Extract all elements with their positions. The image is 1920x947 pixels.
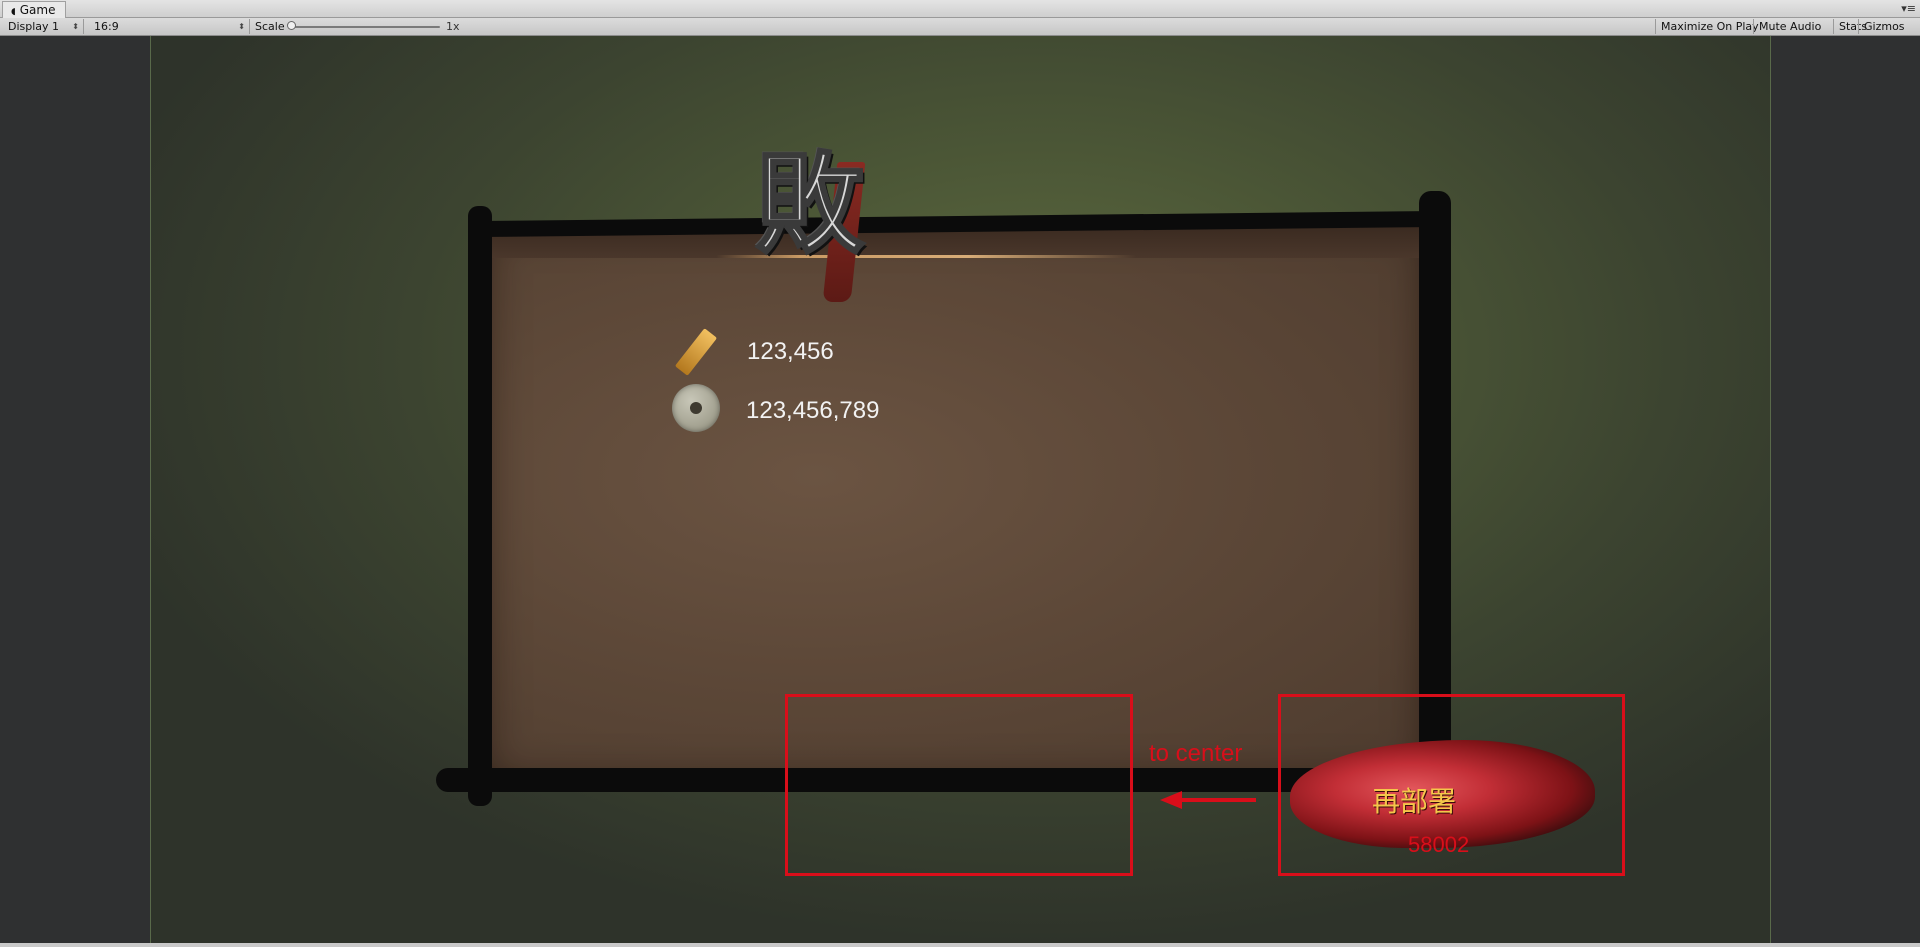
tab-game[interactable]: ◖ Game xyxy=(2,1,67,18)
brush-frame-right xyxy=(1419,191,1451,761)
display-dropdown-label: Display 1 xyxy=(8,20,60,33)
window-header: ◖ Game ▾≡ xyxy=(0,0,1920,18)
defeat-title: 敗 xyxy=(754,141,865,270)
redeploy-id-label: 58002 xyxy=(1408,832,1470,857)
reward-value-tag: 123,456 xyxy=(747,338,834,365)
maximize-on-play-button[interactable]: Maximize On Play xyxy=(1655,19,1764,34)
annotation-to-center: to center xyxy=(1149,740,1243,767)
redeploy-button-label: 再部署 xyxy=(1372,785,1457,818)
reward-value-coin: 123,456,789 xyxy=(746,397,880,424)
aspect-dropdown-label: 16:9 xyxy=(94,20,119,33)
gizmos-button[interactable]: Gizmos xyxy=(1858,19,1910,34)
dropdown-arrow-icon: ⬍ xyxy=(238,22,245,31)
window-bottom-edge xyxy=(0,943,1920,947)
letterbox-right xyxy=(1770,36,1920,947)
annotation-arrow-icon xyxy=(1160,791,1182,809)
scale-slider-track[interactable] xyxy=(290,26,440,28)
aspect-dropdown[interactable]: 16:9 ⬍ xyxy=(88,19,250,34)
scale-slider-thumb[interactable] xyxy=(287,21,296,30)
tab-game-label: Game xyxy=(19,3,56,17)
game-toolbar: Display 1 ⬍ 16:9 ⬍ Scale 1x Maximize On … xyxy=(0,18,1920,36)
window-menu-icon[interactable]: ▾≡ xyxy=(1901,1,1916,17)
annotation-target-box xyxy=(785,694,1133,876)
scale-value: 1x xyxy=(446,20,460,33)
scale-label: Scale xyxy=(255,20,285,33)
dropdown-arrow-icon: ⬍ xyxy=(72,22,79,31)
display-dropdown[interactable]: Display 1 ⬍ xyxy=(2,19,84,34)
unity-icon: ◖ xyxy=(11,7,16,17)
letterbox-left xyxy=(0,36,151,947)
mute-audio-button[interactable]: Mute Audio xyxy=(1753,19,1826,34)
coin-icon xyxy=(672,384,720,432)
brush-frame-left xyxy=(468,206,492,806)
